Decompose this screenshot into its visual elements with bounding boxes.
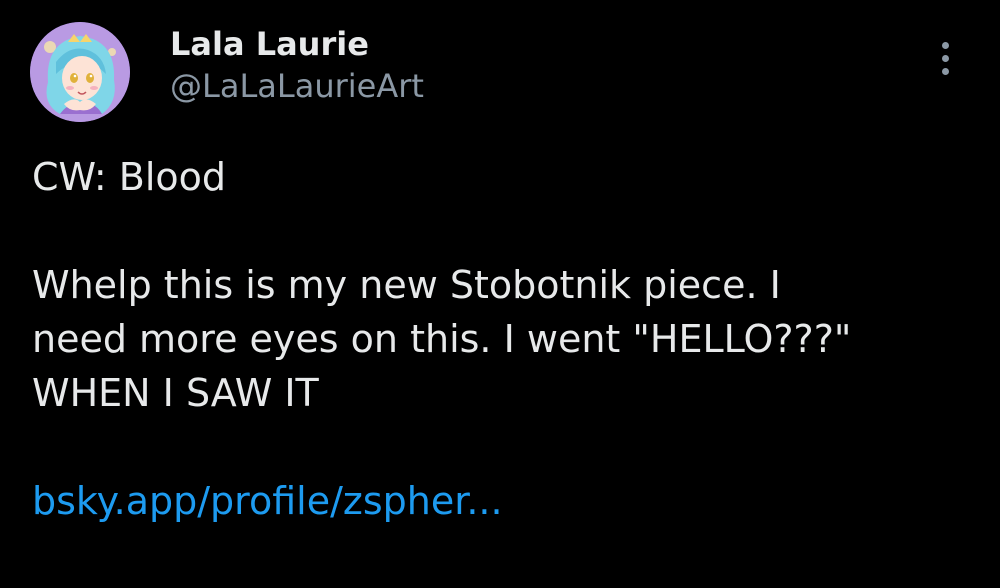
author-display-name[interactable]: Lala Laurie xyxy=(170,24,424,64)
post: Lala Laurie @LaLaLaurieArt CW: Blood Whe… xyxy=(0,0,1000,588)
post-link[interactable]: bsky.app/profile/zspher... xyxy=(32,479,503,523)
content-warning: CW: Blood xyxy=(32,155,227,199)
avatar[interactable] xyxy=(30,22,130,122)
avatar-image xyxy=(30,22,130,122)
more-vertical-icon-dot xyxy=(941,67,949,75)
post-content: CW: Blood Whelp this is my new Stobotnik… xyxy=(32,150,972,528)
post-text-line: Whelp this is my new Stobotnik piece. I xyxy=(32,263,781,307)
post-header: Lala Laurie @LaLaLaurieArt xyxy=(30,22,970,122)
more-options-button[interactable] xyxy=(930,38,960,78)
more-vertical-icon-dot xyxy=(941,54,949,62)
post-text-line: need more eyes on this. I went "HELLO???… xyxy=(32,317,852,361)
more-vertical-icon xyxy=(941,41,949,49)
author-handle[interactable]: @LaLaLaurieArt xyxy=(170,66,424,106)
author-info: Lala Laurie @LaLaLaurieArt xyxy=(170,24,424,106)
post-text-line: WHEN I SAW IT xyxy=(32,371,319,415)
